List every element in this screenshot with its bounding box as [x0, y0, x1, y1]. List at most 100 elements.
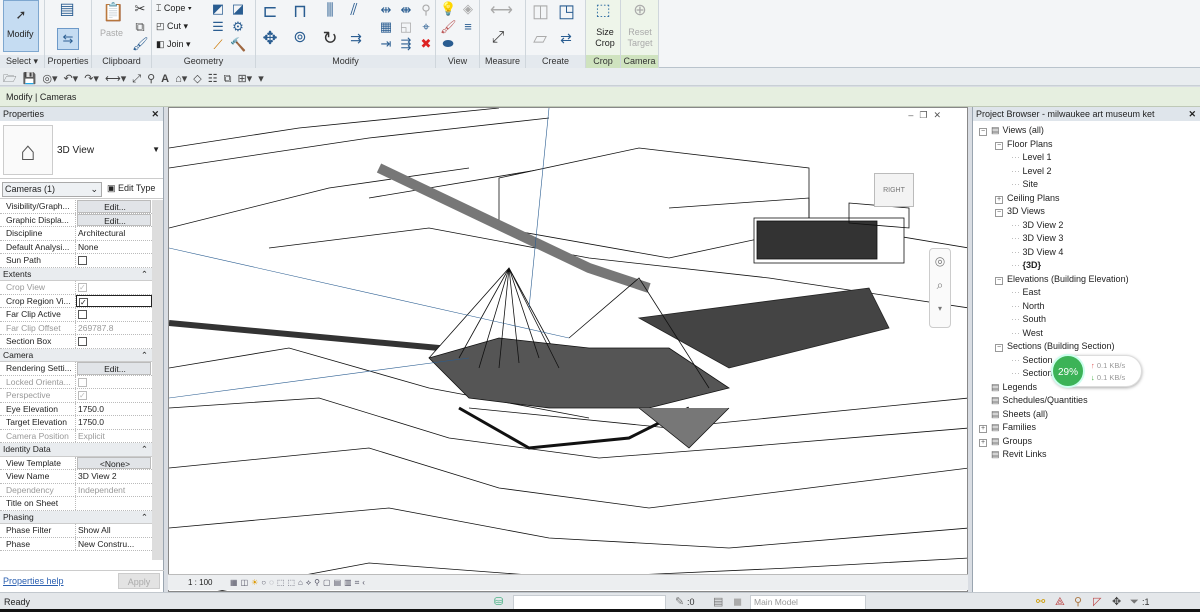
property-value[interactable]: Show All [76, 524, 152, 537]
hide-isolate-icon[interactable]: ⟡ [306, 578, 314, 587]
property-edit-button[interactable]: Edit... [77, 213, 151, 226]
mirror-draw-axis-icon[interactable]: ⫽ [346, 3, 362, 19]
aligned-dimension-icon[interactable]: ⤢ [132, 73, 141, 86]
apply-button[interactable]: Apply [118, 573, 160, 589]
hammer-icon[interactable]: 🔨 [230, 37, 246, 53]
property-checkbox[interactable]: ✓ [76, 294, 152, 307]
browser-item[interactable]: ⋯ Section [1011, 368, 1053, 379]
browser-item[interactable]: ⋯ Site [1011, 179, 1038, 190]
collapse-icon[interactable]: ⌃ [141, 349, 148, 362]
workset-dropdown[interactable] [513, 595, 666, 610]
scale-icon[interactable]: ◱ [398, 19, 414, 35]
lock-view-icon[interactable]: ⌂ [298, 578, 306, 587]
visual-style-icon[interactable]: ◫ [241, 578, 252, 587]
offset-icon[interactable]: ⊓ [292, 2, 308, 20]
wall-joins-icon[interactable]: ☰ [210, 19, 226, 35]
split-gap-icon[interactable]: ⇼ [398, 2, 414, 18]
browser-item[interactable]: − Sections (Building Section) [995, 341, 1115, 352]
property-value[interactable] [76, 497, 152, 510]
match-properties-icon[interactable]: 🖌 [132, 36, 149, 52]
undo-icon[interactable]: ↶▾ [63, 72, 78, 85]
collapse-icon[interactable]: ‹ [362, 578, 368, 587]
properties-icon[interactable]: ▤ [59, 2, 75, 18]
property-checkbox[interactable] [76, 335, 152, 348]
mirror-pick-axis-icon[interactable]: ⫼ [322, 3, 338, 19]
thin-lines-icon[interactable]: ☷ [208, 72, 218, 85]
property-group-header[interactable]: Phasing ⌃ [0, 510, 152, 524]
zoom-icon[interactable]: ⌕ [930, 273, 950, 297]
paint-icon[interactable]: ◪ [230, 1, 246, 17]
default-3d-icon[interactable]: ⌂▾ [175, 72, 187, 85]
browser-item[interactable]: ⋯ {3D} [1011, 260, 1041, 271]
trim-extend-icon[interactable]: ⇉ [348, 30, 364, 46]
browser-item[interactable]: ▤ Revit Links [979, 449, 1047, 460]
worksharing-icon[interactable]: ▤ [334, 578, 345, 587]
analytical-model-icon[interactable]: ▥ [344, 578, 355, 587]
select-dropdown[interactable]: Select ▾ [0, 55, 44, 68]
paintbrush-icon[interactable]: 🖌 [440, 19, 457, 35]
browser-item[interactable]: ⋯ 3D View 2 [1011, 220, 1063, 231]
browser-item[interactable]: −3D Views [995, 206, 1045, 217]
view-scale[interactable]: 1 : 100 [188, 575, 212, 591]
property-value[interactable]: None [76, 241, 152, 254]
array-icon[interactable]: ▦ [378, 19, 394, 35]
collapse-icon[interactable]: − [995, 344, 1003, 352]
browser-item[interactable]: ▤ Schedules/Quantities [979, 395, 1088, 406]
browser-item[interactable]: ▤ Legends [979, 382, 1037, 393]
close-icon[interactable]: ✕ [1188, 107, 1196, 121]
move-icon[interactable]: ✥ [262, 29, 278, 47]
create-parts-icon[interactable]: ▱ [532, 29, 548, 47]
property-checkbox[interactable] [76, 254, 152, 267]
join-button[interactable]: ◧ Join ▾ [156, 39, 191, 50]
property-edit-button[interactable]: Edit... [77, 200, 151, 213]
browser-item[interactable]: ⋯ South [1011, 314, 1046, 325]
close-hidden-icon[interactable]: ⧉ [224, 73, 232, 86]
expand-icon[interactable]: + [979, 438, 987, 447]
property-value[interactable]: 3D View 2 [76, 470, 152, 483]
browser-item[interactable]: ▤ Sheets (all) [979, 409, 1048, 420]
property-group-header[interactable]: Extents ⌃ [0, 267, 152, 281]
edit-profile-icon[interactable]: ⟋ [210, 37, 226, 53]
align-icon[interactable]: ⊏ [262, 2, 278, 20]
detail-level-icon[interactable]: ▦ [230, 578, 241, 587]
dimension-icon[interactable]: ⤢ [490, 30, 506, 46]
reveal-hidden-icon[interactable]: ⚲ [314, 578, 323, 587]
measure-icon[interactable]: ⟷▾ [105, 72, 126, 85]
copy-elements-icon[interactable]: ⊚ [292, 30, 308, 46]
property-group-header[interactable]: Camera ⌃ [0, 348, 152, 362]
paste-button[interactable]: Paste [100, 28, 123, 38]
browser-item[interactable]: ⋯ Section [1011, 355, 1053, 366]
navigation-bar[interactable]: ◎ ⌕ ▾ [929, 248, 951, 328]
switch-windows-icon[interactable]: ⊞▾ [237, 72, 252, 85]
linework-icon[interactable]: ≡ [460, 19, 476, 35]
lightbulb-icon[interactable]: 💡 [440, 1, 456, 17]
redo-icon[interactable]: ↷▾ [84, 72, 99, 85]
text-icon[interactable]: A [161, 73, 169, 85]
instance-filter-dropdown[interactable]: Cameras (1) ⌄ [2, 182, 102, 197]
type-properties-icon[interactable]: ⇆ [57, 28, 79, 50]
property-value[interactable]: Architectural [76, 227, 152, 240]
browser-item[interactable]: − Elevations (Building Elevation) [995, 274, 1129, 285]
3d-viewport[interactable]: RIGHT ◎ ⌕ ▾ –❐✕ [168, 107, 968, 592]
hide-icon[interactable]: ◈ [460, 1, 476, 17]
property-value[interactable]: New Constru... [76, 538, 152, 551]
copy-icon[interactable]: ⧉ [132, 19, 148, 35]
browser-item[interactable]: − ▤ Views (all) [979, 125, 1044, 136]
browser-item[interactable]: + Ceiling Plans [995, 193, 1060, 204]
create-group-icon[interactable]: ◫ [532, 2, 549, 20]
property-value[interactable]: 1750.0 [76, 403, 152, 416]
size-crop-button[interactable]: Size Crop [594, 27, 616, 49]
crop-view-icon[interactable]: ⬚ [277, 578, 288, 587]
temp-view-props-icon[interactable]: ▢ [323, 578, 334, 587]
browser-item[interactable]: ⋯ West [1011, 328, 1043, 339]
unpin-icon[interactable]: ⚲ [418, 2, 434, 18]
property-edit-button[interactable]: Edit... [77, 362, 151, 375]
property-checkbox[interactable] [76, 308, 152, 321]
collapse-icon[interactable]: ⌃ [141, 511, 148, 524]
override-graphics-icon[interactable]: ⬬ [440, 36, 456, 52]
browser-item[interactable]: ⋯ East [1011, 287, 1041, 298]
property-group-header[interactable]: Identity Data ⌃ [0, 443, 152, 457]
collapse-icon[interactable]: ⌃ [141, 268, 148, 281]
measure-distance-icon[interactable]: ⟷ [490, 3, 513, 19]
reset-target-button[interactable]: Reset Target [625, 27, 655, 49]
